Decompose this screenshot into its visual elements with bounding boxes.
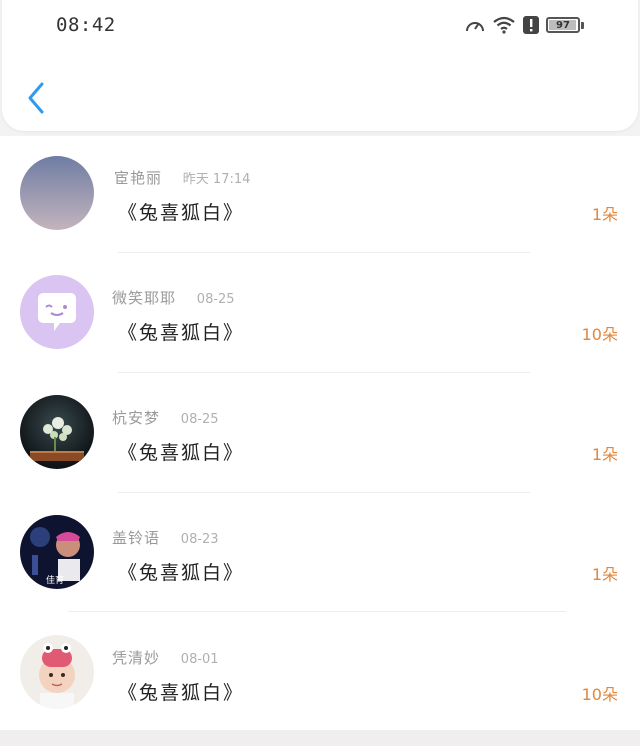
item-meta: 微笑耶耶 08-25	[112, 287, 235, 308]
back-button[interactable]	[22, 80, 52, 116]
work-title: 《兔喜狐白》	[118, 562, 245, 584]
avatar	[20, 395, 94, 469]
work-title: 《兔喜狐白》	[118, 202, 245, 224]
list-item[interactable]: 微笑耶耶 08-25 《兔喜狐白》 10朵	[0, 256, 640, 376]
item-date: 08-25	[196, 292, 235, 307]
item-meta: 杭安梦 08-25	[112, 407, 219, 428]
avatar	[20, 635, 94, 709]
item-meta: 凭清妙 08-01	[112, 647, 219, 668]
user-name: 微笑耶耶	[112, 289, 177, 307]
flower-count: 10朵	[581, 685, 618, 704]
alert-icon	[523, 16, 539, 34]
user-name: 凭清妙	[112, 649, 161, 667]
work-title: 《兔喜狐白》	[118, 442, 245, 464]
flower-count: 1朵	[591, 445, 618, 464]
list-item[interactable]: 凭清妙 08-01 《兔喜狐白》 10朵	[0, 616, 640, 736]
battery-icon: 97	[546, 17, 580, 33]
work-title: 《兔喜狐白》	[118, 682, 245, 704]
divider	[68, 611, 566, 612]
avatar	[20, 275, 94, 349]
item-date: 昨天 17:14	[182, 172, 251, 187]
chevron-left-icon	[28, 82, 44, 114]
avatar-overlay-text: 佳育	[46, 574, 64, 586]
divider	[118, 252, 530, 253]
avatar	[20, 156, 94, 230]
item-meta: 盖铃语 08-23	[112, 527, 219, 548]
battery-level: 97	[556, 19, 570, 31]
bottom-bar	[0, 730, 640, 746]
user-name: 杭安梦	[112, 409, 161, 427]
divider	[118, 372, 530, 373]
gift-record-list: 宦艳丽 昨天 17:14 《兔喜狐白》 1朵 微笑耶耶 08-25 《兔喜狐白》…	[0, 136, 640, 730]
item-meta: 宦艳丽 昨天 17:14	[114, 167, 250, 188]
user-name: 盖铃语	[112, 529, 161, 547]
status-time: 08:42	[56, 14, 116, 36]
speedometer-icon	[466, 22, 484, 32]
flower-count: 1朵	[591, 565, 618, 584]
user-name: 宦艳丽	[114, 169, 163, 187]
work-title: 《兔喜狐白》	[118, 322, 245, 344]
avatar: 佳育	[20, 515, 94, 589]
battery-tip	[581, 21, 584, 29]
list-item[interactable]: 佳育 盖铃语 08-23 《兔喜狐白》 1朵	[0, 496, 640, 616]
item-date: 08-25	[180, 412, 219, 427]
item-date: 08-01	[180, 652, 219, 667]
item-date: 08-23	[180, 532, 219, 547]
list-item[interactable]: 杭安梦 08-25 《兔喜狐白》 1朵	[0, 376, 640, 496]
divider	[118, 492, 530, 493]
status-icons: 97	[464, 14, 584, 36]
wifi-icon	[493, 16, 515, 34]
flower-count: 10朵	[581, 325, 618, 344]
flower-count: 1朵	[591, 205, 618, 224]
list-item[interactable]: 宦艳丽 昨天 17:14 《兔喜狐白》 1朵	[0, 136, 640, 256]
top-header: 08:42 97	[2, 0, 638, 131]
